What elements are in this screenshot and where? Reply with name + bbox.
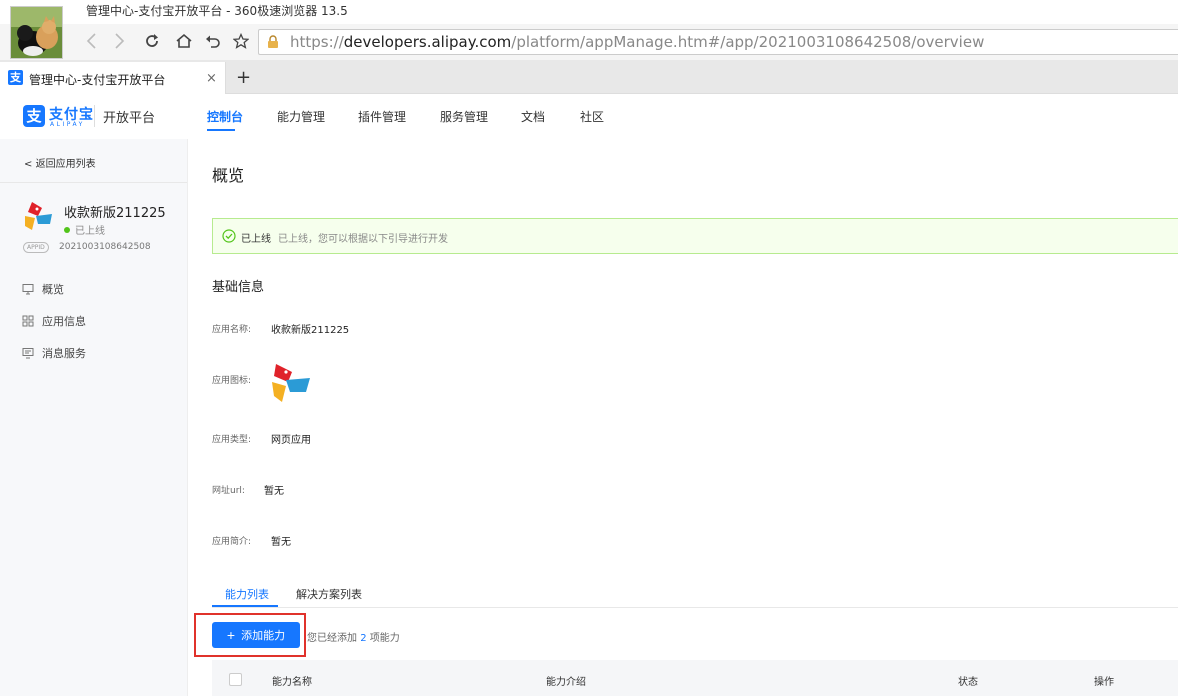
- fish-app-icon: [272, 364, 310, 402]
- undo-close-button[interactable]: [202, 30, 224, 52]
- subtab-active-indicator: [212, 605, 278, 607]
- grid-icon: [22, 315, 34, 327]
- user-avatar[interactable]: [10, 6, 63, 59]
- chevron-left-icon: <: [24, 159, 33, 170]
- chevron-left-icon: [86, 33, 96, 49]
- home-icon: [176, 33, 192, 48]
- check-circle-icon: [222, 229, 236, 243]
- added-count: 2: [360, 633, 367, 644]
- app-status: 已上线: [64, 222, 105, 237]
- subtab-divider: [212, 607, 1178, 608]
- window-title: 管理中心-支付宝开放平台 - 360极速浏览器 13.5: [86, 4, 348, 18]
- url-path: /platform/appManage.htm#/app/20210031086…: [511, 33, 985, 51]
- new-tab-button[interactable]: +: [236, 67, 251, 88]
- field-value-url: 暂无: [264, 486, 284, 497]
- tab-close-button[interactable]: ×: [206, 71, 217, 86]
- message-monitor-icon: [22, 348, 34, 359]
- sidebar-item-overview[interactable]: 概览: [22, 281, 64, 297]
- logo-divider: [94, 105, 95, 127]
- alipay-logo-icon[interactable]: 支: [23, 105, 45, 127]
- back-button[interactable]: [80, 30, 102, 52]
- sidebar-divider: [0, 182, 187, 183]
- tab-solution-list[interactable]: 解决方案列表: [296, 586, 362, 602]
- tab-capability-list[interactable]: 能力列表: [225, 586, 269, 602]
- column-header-name: 能力名称: [272, 677, 312, 688]
- nav-community[interactable]: 社区: [580, 108, 604, 125]
- reload-icon: [146, 34, 158, 47]
- highlight-annotation-box: [194, 613, 306, 657]
- sidebar-item-label: 应用信息: [42, 315, 86, 328]
- section-title: 基础信息: [212, 280, 265, 295]
- chevron-right-icon: [115, 33, 125, 49]
- nav-capability-management[interactable]: 能力管理: [277, 108, 325, 125]
- sidebar-item-app-info[interactable]: 应用信息: [22, 313, 86, 329]
- home-button[interactable]: [173, 30, 195, 52]
- back-to-app-list[interactable]: < 返回应用列表: [24, 155, 96, 170]
- app-name: 收款新版211225: [64, 206, 166, 221]
- appid-value: 2021003108642508: [59, 242, 151, 252]
- alert-description: 已上线，您可以根据以下引导进行开发: [278, 234, 448, 245]
- sidebar-item-label: 消息服务: [42, 347, 86, 360]
- tab-label: 管理中心-支付宝开放平台: [29, 73, 166, 87]
- appid-badge: APPID: [23, 242, 49, 253]
- column-header-intro: 能力介绍: [546, 677, 586, 688]
- field-value-app-type: 网页应用: [271, 435, 311, 446]
- bookmark-button[interactable]: [230, 30, 252, 52]
- sidebar-item-message-service[interactable]: 消息服务: [22, 345, 86, 361]
- added-count-text: 您已经添加 2 项能力: [307, 629, 400, 644]
- field-value-desc: 暂无: [271, 537, 291, 548]
- logo-platform[interactable]: 开放平台: [103, 107, 155, 126]
- added-prefix: 您已经添加: [307, 633, 357, 644]
- alipay-favicon-icon: 支: [8, 70, 23, 85]
- nav-plugin-management[interactable]: 插件管理: [358, 108, 406, 125]
- field-label-desc: 应用简介:: [212, 537, 252, 547]
- back-label: 返回应用列表: [35, 159, 96, 170]
- alert-title: 已上线: [241, 234, 271, 245]
- forward-button[interactable]: [109, 30, 131, 52]
- field-value-app-name: 收款新版211225: [271, 325, 350, 336]
- undo-icon: [206, 35, 220, 48]
- added-suffix: 项能力: [369, 633, 400, 644]
- status-dot-icon: [64, 227, 70, 233]
- star-icon: [233, 33, 249, 49]
- column-header-status: 状态: [958, 677, 978, 688]
- nav-active-indicator: [207, 129, 235, 131]
- url-host: developers.alipay.com: [343, 33, 512, 51]
- field-label-app-type: 应用类型:: [212, 435, 252, 445]
- cat-avatar-icon: [11, 7, 62, 58]
- url-prefix: https://: [290, 33, 344, 51]
- nav-docs[interactable]: 文档: [521, 108, 545, 125]
- field-label-app-name: 应用名称:: [212, 325, 252, 335]
- logo-subtext: ALIPAY: [50, 121, 85, 128]
- column-header-actions: 操作: [1094, 677, 1114, 688]
- reload-button[interactable]: [141, 30, 163, 52]
- warning-lock-icon: [268, 35, 278, 48]
- fish-app-icon: [25, 202, 52, 230]
- nav-service-management[interactable]: 服务管理: [440, 108, 488, 125]
- app-status-label: 已上线: [75, 226, 105, 237]
- field-label-app-icon: 应用图标:: [212, 376, 252, 386]
- table-header: [212, 660, 1178, 696]
- page-title: 概览: [212, 166, 245, 185]
- select-all-checkbox[interactable]: [229, 673, 242, 686]
- field-label-url: 网址url:: [212, 486, 245, 496]
- url-text[interactable]: https://developers.alipay.com/platform/a…: [290, 33, 984, 51]
- monitor-icon: [22, 284, 34, 295]
- nav-console[interactable]: 控制台: [207, 108, 243, 125]
- sidebar-item-label: 概览: [42, 283, 64, 296]
